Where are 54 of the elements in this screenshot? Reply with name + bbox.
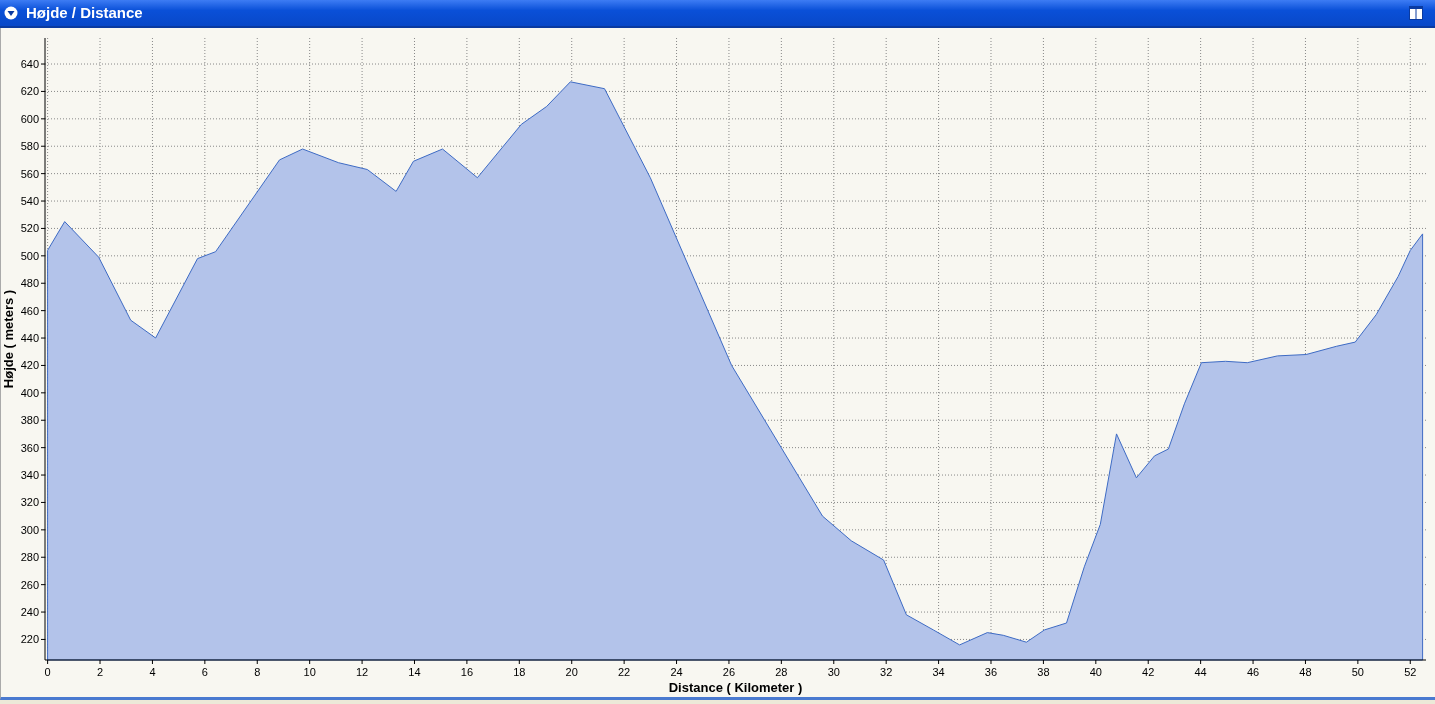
y-tick-label: 540 (20, 195, 39, 208)
y-tick-label: 500 (20, 249, 39, 262)
columns-icon[interactable] (1409, 6, 1423, 20)
y-tick-label: 640 (20, 58, 39, 71)
y-tick-label: 440 (20, 332, 39, 345)
y-tick-label: 260 (20, 578, 39, 591)
x-tick-label: 18 (513, 666, 526, 678)
y-axis-title: Højde ( meters ) (1, 289, 16, 389)
x-tick-label: 50 (1351, 666, 1364, 678)
x-tick-label: 46 (1246, 666, 1260, 678)
y-tick-label: 620 (20, 85, 39, 98)
panel-title: Højde / Distance (26, 2, 143, 23)
x-tick-label: 6 (201, 666, 208, 678)
x-tick-label: 22 (618, 666, 631, 678)
x-tick-label: 26 (722, 666, 736, 678)
x-tick-label: 2 (96, 666, 104, 678)
x-tick-label: 34 (932, 666, 945, 678)
x-axis-title: Distance ( Kilometer ) (668, 680, 803, 695)
y-tick-label: 340 (20, 469, 39, 482)
x-tick-label: 20 (565, 666, 578, 678)
y-tick-label: 400 (20, 386, 39, 399)
y-tick-label: 560 (20, 167, 39, 180)
y-tick-label: 520 (20, 222, 39, 235)
x-tick-label: 16 (460, 666, 473, 678)
x-tick-label: 52 (1404, 666, 1417, 678)
y-tick-label: 360 (20, 441, 39, 454)
x-tick-label: 24 (670, 666, 683, 678)
x-tick-label: 32 (880, 666, 893, 678)
y-tick-label: 420 (20, 359, 39, 372)
x-tick-label: 12 (355, 666, 369, 678)
x-tick-label: 8 (254, 666, 261, 678)
y-tick-label: 480 (20, 277, 39, 290)
x-tick-label: 28 (775, 666, 788, 678)
x-tick-label: 44 (1194, 666, 1207, 678)
x-tick-label: 14 (408, 666, 421, 678)
y-tick-label: 300 (20, 523, 39, 536)
x-tick-label: 30 (827, 666, 840, 678)
x-tick-label: 38 (1037, 666, 1050, 678)
y-tick-label: 380 (20, 414, 39, 427)
x-tick-label: 36 (984, 666, 998, 678)
y-tick-label: 600 (20, 112, 39, 125)
x-tick-label: 40 (1089, 666, 1102, 678)
y-tick-label: 580 (20, 140, 39, 153)
y-tick-label: 280 (20, 551, 39, 564)
x-tick-label: 0 (44, 666, 51, 678)
x-tick-label: 48 (1299, 666, 1312, 678)
y-tick-label: 220 (20, 633, 39, 646)
y-tick-label: 240 (20, 606, 39, 619)
collapse-icon[interactable] (4, 6, 18, 20)
y-tick-label: 320 (20, 496, 39, 509)
y-tick-label: 460 (20, 304, 39, 317)
x-tick-label: 4 (149, 666, 156, 678)
x-tick-label: 42 (1142, 666, 1155, 678)
x-tick-label: 10 (303, 666, 316, 678)
